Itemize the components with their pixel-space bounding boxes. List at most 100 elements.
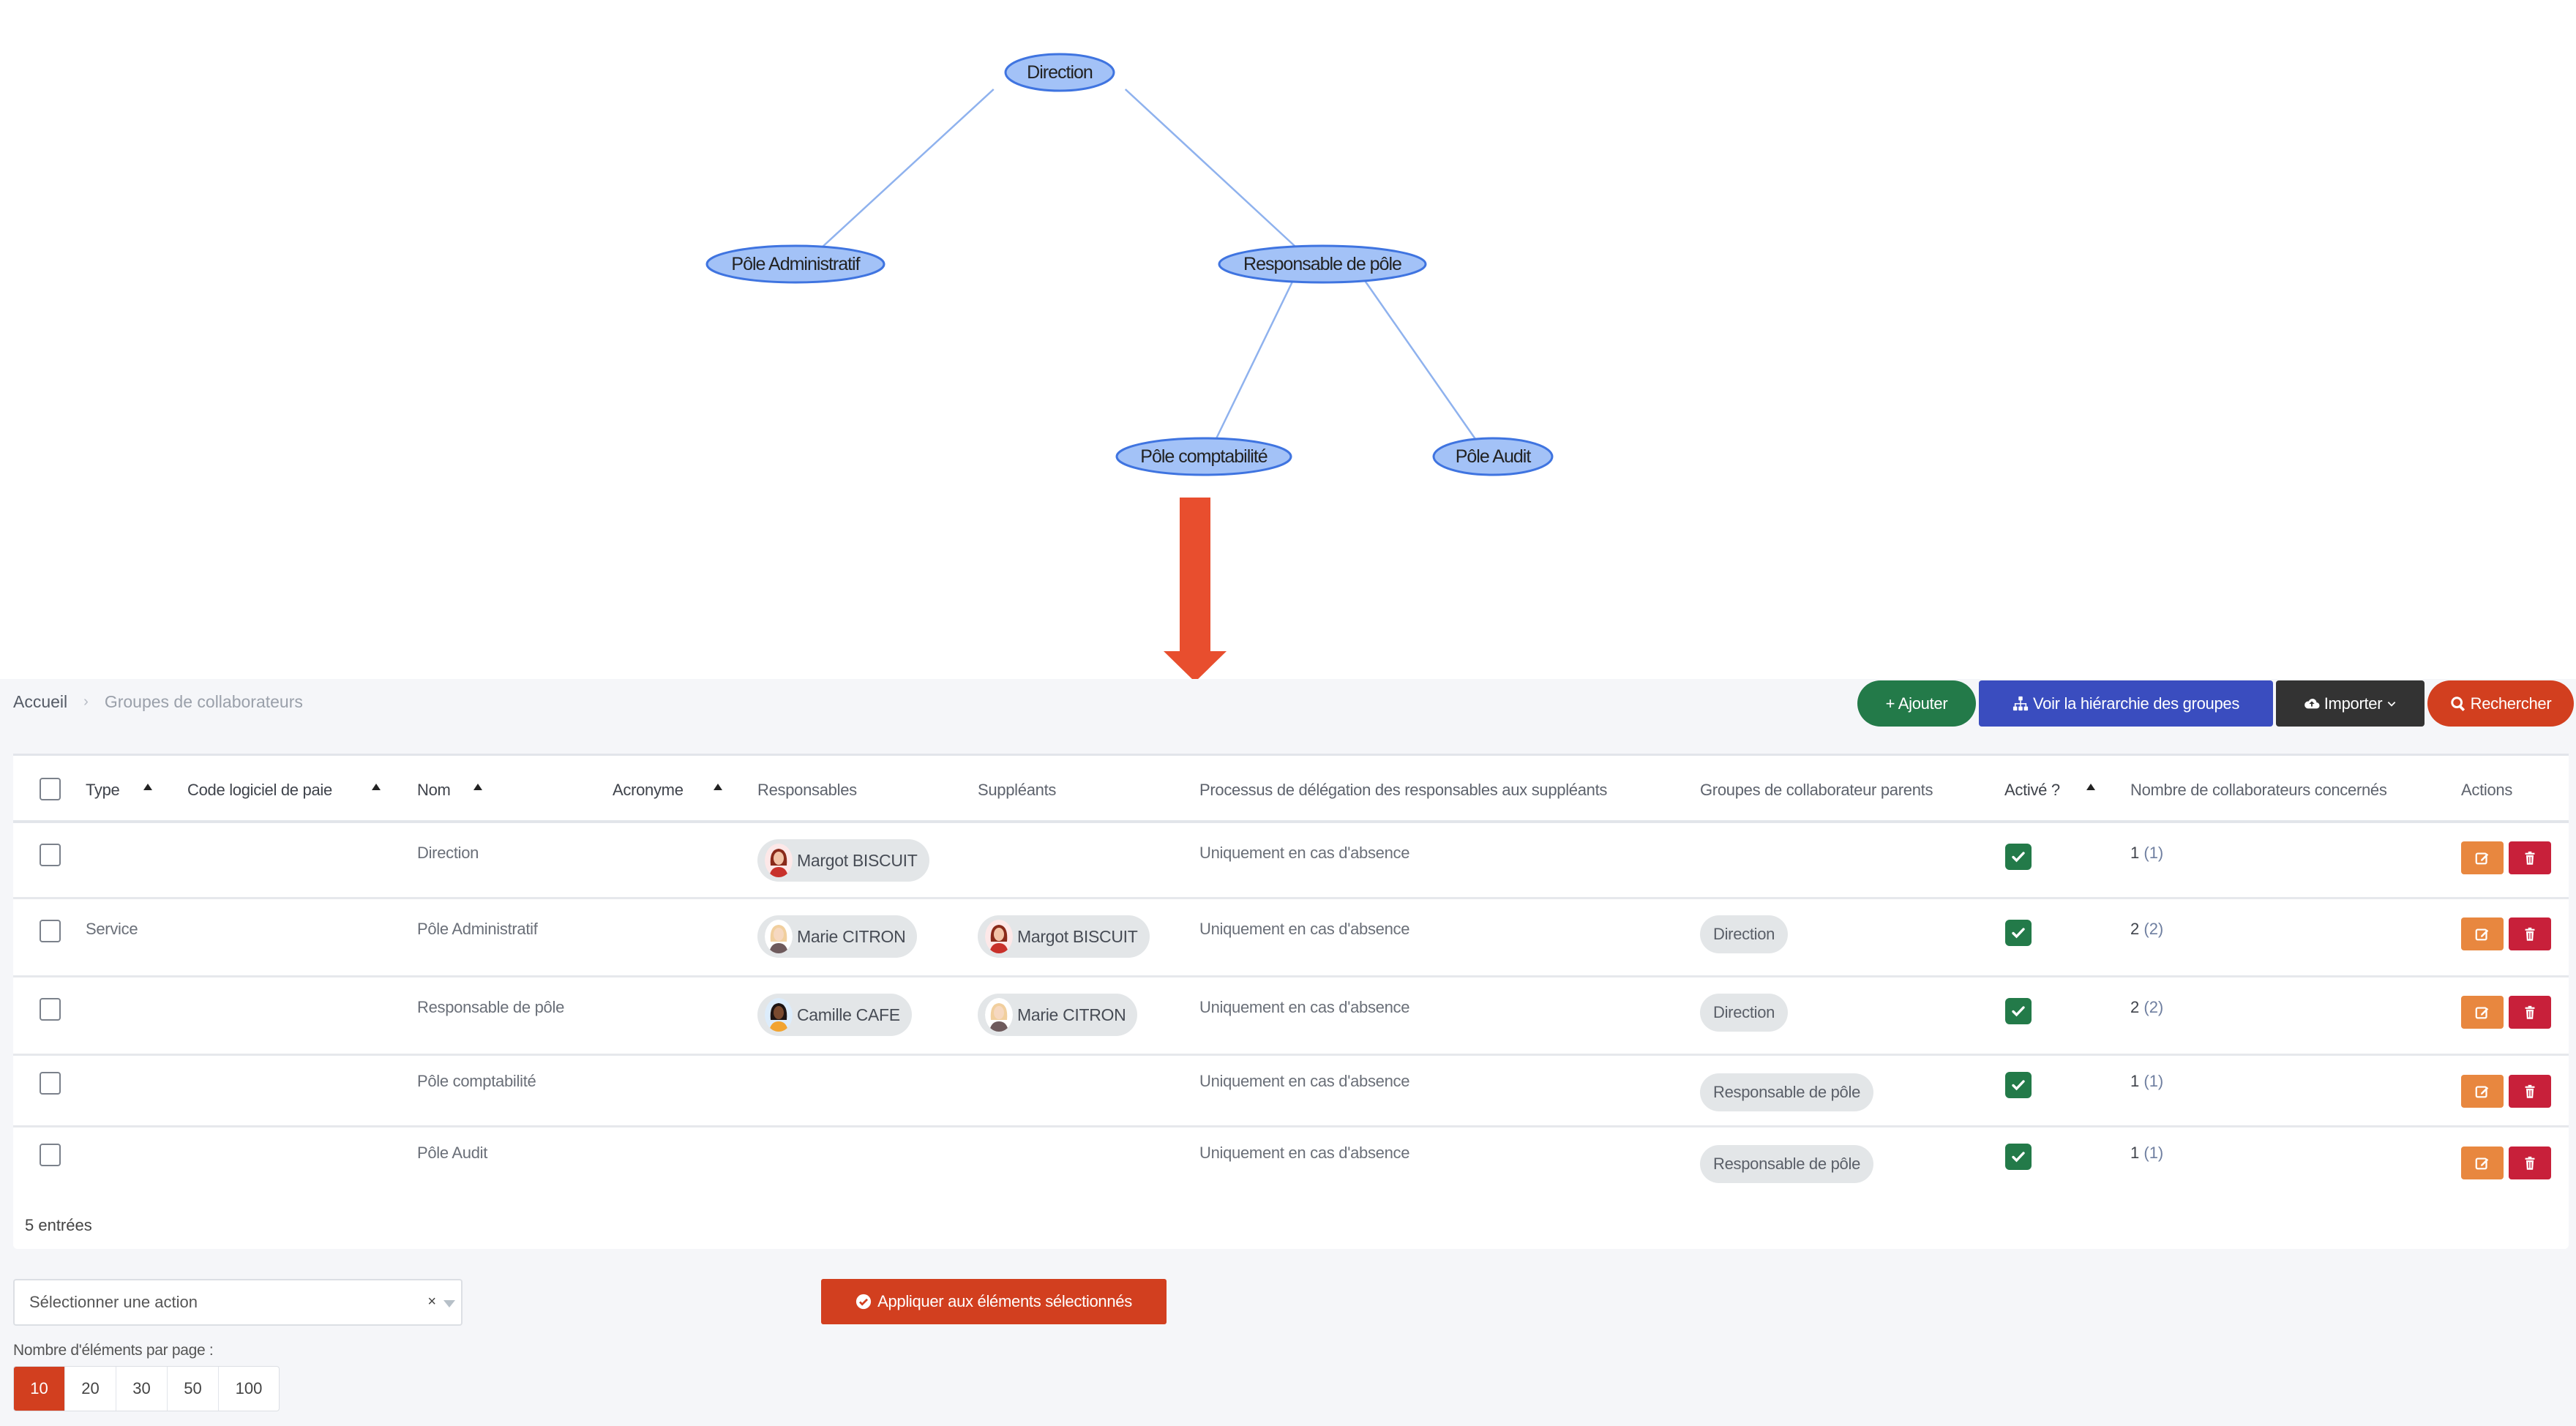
table-row: Pôle comptabilité Uniquement en cas d'abs… — [13, 1056, 2569, 1127]
count-value: 2 — [2130, 998, 2140, 1016]
edit-icon — [2475, 1157, 2489, 1169]
delete-button[interactable] — [2509, 1075, 2551, 1108]
delete-button[interactable] — [2509, 996, 2551, 1029]
delete-button[interactable] — [2509, 841, 2551, 874]
count-value: 1 — [2130, 844, 2140, 862]
manager-chip[interactable]: Marie CITRON — [757, 915, 918, 958]
table-row: Direction Margot BISCUIT Uniquement en cas… — [13, 823, 2569, 899]
cell-name: Pôle comptabilité — [417, 1072, 536, 1090]
per-page-option-20[interactable]: 20 — [65, 1367, 116, 1411]
add-button[interactable]: + Ajouter — [1857, 680, 1976, 727]
group-hierarchy-diagram: Direction Pôle Administratif Responsable d… — [705, 53, 1554, 476]
count-value: 1 — [2130, 1072, 2140, 1090]
groups-page: Accueil › Groupes de collaborateurs + Aj… — [0, 679, 2576, 1426]
bulk-action-select[interactable]: Sélectionner une action × — [13, 1279, 463, 1326]
import-label: Importer — [2324, 694, 2383, 713]
avatar — [765, 920, 793, 953]
node-pole-comptabilite[interactable]: Pôle comptabilité — [1115, 437, 1292, 476]
trash-icon — [2525, 1005, 2535, 1019]
edge-direction-pole-administratif — [821, 89, 995, 248]
per-page-option-50[interactable]: 50 — [168, 1367, 219, 1411]
edit-button[interactable] — [2461, 841, 2504, 874]
edit-button[interactable] — [2461, 1075, 2504, 1108]
node-direction[interactable]: Direction — [1004, 53, 1115, 92]
trash-icon — [2525, 927, 2535, 941]
row-checkbox[interactable] — [40, 1144, 61, 1166]
cell-delegation: Uniquement en cas d'absence — [1199, 998, 1410, 1016]
sort-active-icon[interactable] — [2086, 784, 2095, 790]
parent-group-badge[interactable]: Responsable de pôle — [1700, 1073, 1874, 1111]
parent-group-badge[interactable]: Responsable de pôle — [1700, 1145, 1874, 1183]
header-deputies: Suppléants — [978, 781, 1057, 799]
trash-icon — [2525, 1084, 2535, 1098]
per-page-option-30[interactable]: 30 — [116, 1367, 168, 1411]
header-acronym[interactable]: Acronyme — [613, 781, 684, 800]
node-label: Pôle Audit — [1456, 446, 1532, 467]
down-arrow-icon — [1164, 498, 1227, 682]
count-total: (2) — [2143, 998, 2164, 1016]
header-type[interactable]: Type — [86, 781, 120, 800]
delete-button[interactable] — [2509, 1147, 2551, 1179]
per-page-option-10[interactable]: 10 — [14, 1367, 65, 1411]
header-name[interactable]: Nom — [417, 781, 451, 800]
breadcrumb-current: Groupes de collaborateurs — [104, 692, 303, 711]
apply-label: Appliquer aux éléments sélectionnés — [877, 1292, 1132, 1310]
search-icon — [2450, 696, 2465, 711]
import-dropdown-button[interactable]: Importer — [2276, 680, 2425, 727]
count-value: 1 — [2130, 1144, 2140, 1162]
breadcrumb-home-link[interactable]: Accueil — [13, 692, 67, 712]
edit-button[interactable] — [2461, 917, 2504, 950]
cell-delegation: Uniquement en cas d'absence — [1199, 844, 1410, 862]
table-row: Pôle Audit Uniquement en cas d'absence Res… — [13, 1127, 2569, 1201]
apply-to-selected-button[interactable]: Appliquer aux éléments sélectionnés — [821, 1279, 1167, 1324]
view-hierarchy-button[interactable]: Voir la hiérarchie des groupes — [1979, 680, 2273, 727]
header-active[interactable]: Activé ? — [2004, 781, 2060, 800]
active-check-icon — [2005, 1144, 2032, 1170]
active-check-icon — [2005, 844, 2032, 870]
manager-name: Margot BISCUIT — [797, 850, 918, 870]
row-checkbox[interactable] — [40, 998, 61, 1021]
sort-payroll-code-icon[interactable] — [372, 784, 381, 790]
clear-selection-icon[interactable]: × — [427, 1294, 436, 1310]
row-checkbox[interactable] — [40, 1072, 61, 1095]
edit-button[interactable] — [2461, 1147, 2504, 1179]
cell-count: 1 (1) — [2130, 844, 2163, 863]
cell-delegation: Uniquement en cas d'absence — [1199, 1072, 1410, 1090]
header-delegation: Processus de délégation des responsables… — [1199, 781, 1608, 799]
sort-type-icon[interactable] — [143, 784, 152, 790]
parent-group-badge[interactable]: Direction — [1700, 994, 1789, 1032]
manager-chip[interactable]: Margot BISCUIT — [757, 839, 929, 882]
cell-name: Responsable de pôle — [417, 998, 565, 1016]
node-pole-administratif[interactable]: Pôle Administratif — [705, 244, 886, 284]
items-per-page-selector: 10 20 30 50 100 — [13, 1366, 280, 1411]
active-check-icon — [2005, 920, 2032, 946]
deputy-chip[interactable]: Margot BISCUIT — [978, 915, 1150, 958]
edit-button[interactable] — [2461, 996, 2504, 1029]
select-all-checkbox[interactable] — [40, 778, 61, 800]
header-count: Nombre de collaborateurs concernés — [2130, 781, 2387, 799]
row-checkbox[interactable] — [40, 920, 61, 942]
cell-delegation: Uniquement en cas d'absence — [1199, 1144, 1410, 1162]
per-page-option-100[interactable]: 100 — [219, 1367, 279, 1411]
header-payroll-code[interactable]: Code logiciel de paie — [187, 781, 332, 800]
sort-name-icon[interactable] — [473, 784, 482, 790]
search-button[interactable]: Rechercher — [2427, 680, 2574, 727]
node-label: Responsable de pôle — [1243, 254, 1401, 274]
bulk-action-placeholder: Sélectionner une action — [29, 1293, 198, 1311]
items-per-page-label: Nombre d'éléments par page : — [13, 1342, 214, 1359]
delete-button[interactable] — [2509, 917, 2551, 950]
node-label: Pôle Administratif — [731, 254, 860, 274]
dropdown-caret-icon[interactable] — [443, 1300, 455, 1307]
row-checkbox[interactable] — [40, 844, 61, 866]
manager-chip[interactable]: Camille CAFE — [757, 994, 912, 1036]
chevron-down-icon — [2387, 701, 2396, 707]
entries-count: 5 entrées — [25, 1216, 92, 1234]
count-total: (1) — [2143, 844, 2164, 862]
sort-acronym-icon[interactable] — [714, 784, 722, 790]
parent-group-badge[interactable]: Direction — [1700, 915, 1789, 953]
avatar — [985, 920, 1013, 953]
deputy-chip[interactable]: Marie CITRON — [978, 994, 1138, 1036]
node-pole-audit[interactable]: Pôle Audit — [1432, 437, 1554, 476]
node-responsable-de-pole[interactable]: Responsable de pôle — [1218, 244, 1427, 284]
cell-count: 1 (1) — [2130, 1072, 2163, 1091]
